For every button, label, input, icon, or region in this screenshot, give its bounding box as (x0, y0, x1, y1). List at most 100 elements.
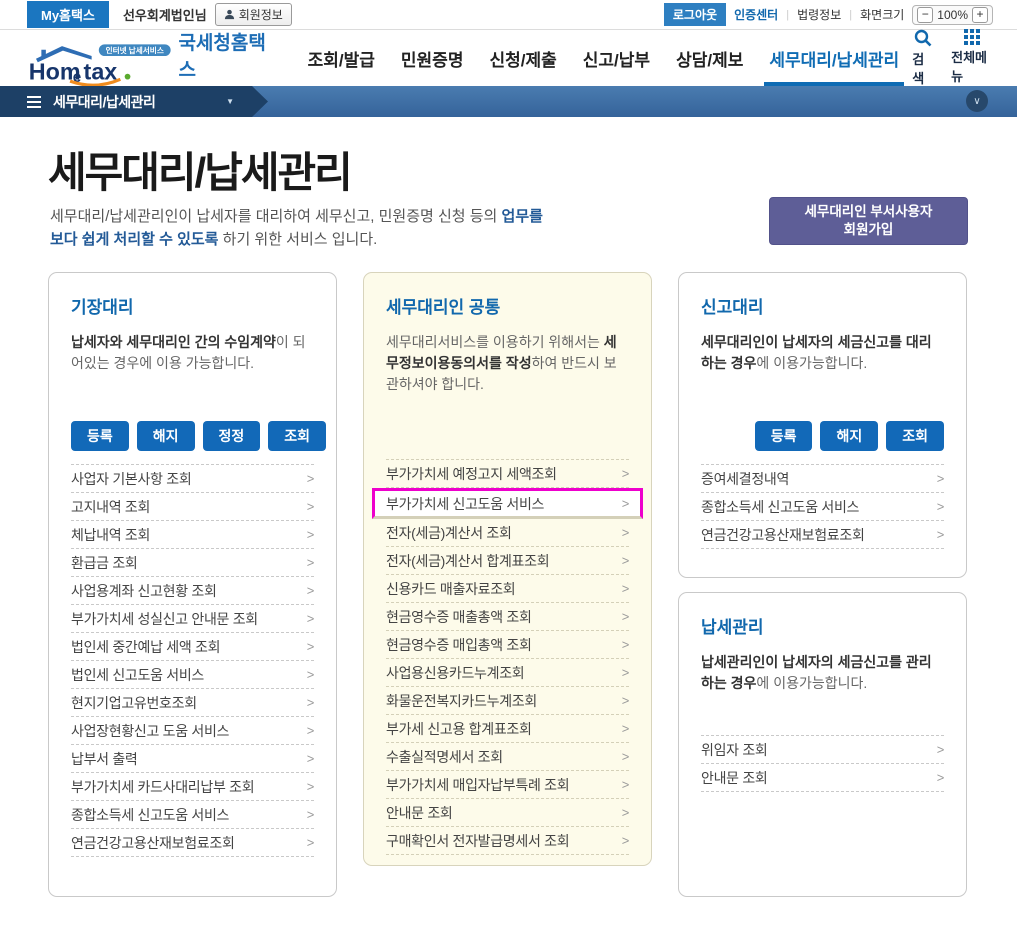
chevron-right-icon: > (306, 723, 315, 738)
hometax-logo[interactable]: 인터넷 납세서비스 Hom e tax 국세청홈택스 (27, 28, 273, 89)
chevron-down-icon: ∨ (973, 95, 981, 107)
service-link[interactable]: 종합소득세 신고도움 서비스 > (701, 493, 944, 521)
service-link[interactable]: 부가가치세 성실신고 안내문 조회 > (71, 605, 314, 633)
service-link-list: 위임자 조회 > 안내문 조회 > (701, 735, 944, 792)
card-bookkeeping-agency: 기장대리 납세자와 세무대리인 간의 수임계약이 되어있는 경우에 이용 가능합… (48, 272, 337, 897)
card-description: 납세관리인이 납세자의 세금신고를 관리하는 경우에 이용가능합니다. (701, 654, 932, 691)
my-hometax-button[interactable]: My홈택스 (27, 1, 109, 28)
grid-menu-icon (964, 29, 981, 45)
desc-text: 하기 위한 서비스 입니다. (218, 231, 378, 248)
service-link[interactable]: 연금건강고용산재보험료조회 > (701, 521, 944, 549)
chevron-right-icon: > (306, 583, 315, 598)
member-info-label: 회원정보 (238, 8, 283, 22)
service-link-list: 사업자 기본사항 조회 > 고지내역 조회 > 체납내역 조회 > 환급금 조회 > 사업용계좌… (71, 464, 314, 857)
chevron-right-icon: > (306, 779, 315, 794)
service-link[interactable]: 사업용계좌 신고현황 조회 > (71, 577, 314, 605)
service-link[interactable]: 종합소득세 신고도움 서비스 > (71, 801, 314, 829)
card-title: 납세관리 (701, 618, 764, 637)
zoom-in-button[interactable]: + (972, 6, 988, 23)
service-link[interactable]: 사업장현황신고 도움 서비스 > (71, 717, 314, 745)
nav-item[interactable]: 조회/발급 (295, 30, 388, 86)
service-link-list: 부가가치세 예정고지 세액조회 > 부가가치세 신고도움 서비스 > 전자(세금)계산서… (372, 459, 643, 855)
service-link[interactable]: 수출실적명세서 조회 > (386, 743, 629, 771)
nav-item[interactable]: 신고/납부 (570, 30, 663, 86)
nav-item[interactable]: 신청/제출 (476, 30, 569, 86)
user-name: 선우회계법인님 (122, 8, 207, 23)
service-link-list: 증여세결정내역 > 종합소득세 신고도움 서비스 > 연금건강고용산재보험료조회 > (701, 464, 944, 549)
service-link[interactable]: 법인세 신고도움 서비스 > (71, 661, 314, 689)
logo-service-name: 국세청홈택스 (178, 32, 266, 81)
chevron-right-icon: > (936, 499, 945, 514)
zoom-out-button[interactable]: − (917, 6, 934, 23)
service-link[interactable]: 부가세 신고용 합계표조회 > (386, 715, 629, 743)
service-link[interactable]: 현지기업고유번호조회 > (71, 689, 314, 717)
nav-item[interactable]: 상담/제보 (663, 30, 756, 86)
nav-item[interactable]: 민원증명 (388, 30, 477, 86)
card-tax-agent-common: 세무대리인 공통 세무대리서비스를 이용하기 위해서는 세무정보이용동의서를 작… (363, 272, 652, 866)
service-link[interactable]: 환급금 조회 > (71, 549, 314, 577)
chevron-right-icon: > (936, 770, 945, 785)
action-button[interactable]: 해지 (136, 421, 195, 451)
chevron-right-icon: > (621, 805, 630, 820)
action-button[interactable]: 조회 (886, 421, 944, 451)
logout-button[interactable]: 로그아웃 (663, 3, 727, 26)
action-button[interactable]: 정정 (202, 421, 261, 451)
service-link[interactable]: 안내문 조회 > (386, 799, 629, 827)
service-link[interactable]: 안내문 조회 > (701, 764, 944, 792)
action-button[interactable]: 등록 (754, 421, 813, 451)
hometax-logo-icon: 인터넷 납세서비스 Hom e tax (29, 43, 171, 87)
zoom-control: − 100% + (912, 4, 993, 25)
tax-agent-signup-button[interactable]: 세무대리인 부서사용자 회원가입 (769, 197, 968, 245)
card-description: 세무대리인이 납세자의 세금신고를 대리하는 경우에 이용가능합니다. (701, 334, 932, 371)
expand-menu-button[interactable]: ∨ (966, 90, 988, 112)
caret-down-icon: ▼ (226, 97, 234, 106)
card-filing-agency: 신고대리 세무대리인이 납세자의 세금신고를 대리하는 경우에 이용가능합니다.… (678, 272, 967, 578)
cert-center-link[interactable]: 인증센터 (734, 6, 778, 23)
service-link[interactable]: 고지내역 조회 > (71, 493, 314, 521)
action-button[interactable]: 조회 (268, 421, 327, 451)
service-link[interactable]: 법인세 중간예납 세액 조회 > (71, 633, 314, 661)
law-info-link[interactable]: 법령정보 (797, 6, 841, 23)
utility-right: 로그아웃 인증센터 | 법령정보 | 화면크기 − 100% + (663, 3, 993, 26)
search-button[interactable]: 검색 (912, 29, 933, 87)
service-link[interactable]: 증여세결정내역 > (701, 465, 944, 493)
service-link[interactable]: 체납내역 조회 > (71, 521, 314, 549)
service-link[interactable]: 구매확인서 전자발급명세서 조회 > (386, 827, 629, 855)
hamburger-icon (27, 96, 41, 108)
chevron-right-icon: > (936, 742, 945, 757)
service-link[interactable]: 위임자 조회 > (701, 736, 944, 764)
service-link[interactable]: 전자(세금)계산서 합계표조회 > (386, 547, 629, 575)
location-menu[interactable]: 세무대리/납세관리 ▼ (0, 86, 268, 117)
header-right: 검색 전체메뉴 (912, 29, 993, 87)
action-button[interactable]: 해지 (820, 421, 879, 451)
chevron-right-icon: > (621, 525, 630, 540)
service-link[interactable]: 신용카드 매출자료조회 > (386, 575, 629, 603)
service-link[interactable]: 현금영수증 매출총액 조회 > (386, 603, 629, 631)
search-icon (914, 29, 932, 47)
screen-size-label: 화면크기 (860, 8, 905, 22)
chevron-right-icon: > (306, 667, 315, 682)
card-title: 세무대리인 공통 (386, 298, 501, 317)
service-link[interactable]: 전자(세금)계산서 조회 > (386, 519, 629, 547)
all-menu-button[interactable]: 전체메뉴 (951, 29, 993, 87)
chevron-right-icon: > (306, 807, 315, 822)
action-button[interactable]: 등록 (71, 421, 129, 451)
desc-bold: 업무를 (501, 208, 543, 225)
service-link[interactable]: 현금영수증 매입총액 조회 > (386, 631, 629, 659)
chevron-right-icon: > (621, 665, 630, 680)
service-link[interactable]: 화물운전복지카드누계조회 > (386, 687, 629, 715)
chevron-right-icon: > (306, 471, 315, 486)
nav-item[interactable]: 세무대리/납세관리 (756, 30, 912, 86)
chevron-right-icon: > (621, 777, 630, 792)
service-link[interactable]: 부가가치세 신고도움 서비스 > (372, 488, 643, 519)
service-link[interactable]: 부가가치세 매입자납부특례 조회 > (386, 771, 629, 799)
service-link[interactable]: 연금건강고용산재보험료조회 > (71, 829, 314, 857)
chevron-right-icon: > (621, 496, 630, 511)
service-link[interactable]: 부가가치세 예정고지 세액조회 > (386, 460, 629, 488)
chevron-right-icon: > (621, 553, 630, 568)
service-link[interactable]: 부가가치세 카드사대리납부 조회 > (71, 773, 314, 801)
service-link[interactable]: 사업자 기본사항 조회 > (71, 465, 314, 493)
member-info-button[interactable]: 회원정보 (214, 3, 292, 26)
service-link[interactable]: 사업용신용카드누계조회 > (386, 659, 629, 687)
service-link[interactable]: 납부서 출력 > (71, 745, 314, 773)
